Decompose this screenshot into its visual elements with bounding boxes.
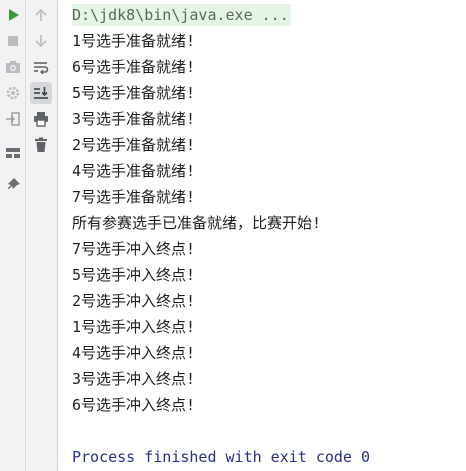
scroll-to-end-icon [34,87,48,99]
soft-wrap-icon [34,62,49,74]
layout-button[interactable] [2,142,24,164]
settings-icon [6,86,20,100]
stop-icon [8,36,18,46]
scroll-to-end-button[interactable] [30,82,52,104]
run-icon [9,9,19,21]
console-line: 3号选手冲入终点! [72,370,196,388]
previous-occurrence-button[interactable] [30,4,52,26]
pin-tab-button[interactable] [2,174,24,196]
console-line: 7号选手冲入终点! [72,240,196,258]
next-occurrence-button[interactable] [30,30,52,52]
console-line: 5号选手准备就绪! [72,84,196,102]
run-tool-window: D:\jdk8\bin\java.exe ... 1号选手准备就绪! 6号选手准… [0,0,466,471]
soft-wrap-button[interactable] [30,56,52,78]
console-line: 所有参赛选手已准备就绪，比赛开始! [72,214,322,232]
console-line: 5号选手冲入终点! [72,266,196,284]
settings-button[interactable] [2,82,24,104]
pin-icon [8,178,20,189]
layout-icon [6,148,20,158]
stop-button[interactable] [2,30,24,52]
camera-icon [6,61,20,73]
console-line: 4号选手冲入终点! [72,344,196,362]
exit-message: Process finished with exit code 0 [72,448,371,466]
console-line: 1号选手准备就绪! [72,32,196,50]
console-line: 3号选手准备就绪! [72,110,196,128]
clear-all-button[interactable] [30,134,52,156]
left-toolbar [0,0,26,471]
command-line: D:\jdk8\bin\java.exe ... [72,4,291,26]
print-button[interactable] [30,108,52,130]
trash-icon [35,137,47,152]
run-button[interactable] [2,4,24,26]
import-icon [6,112,20,126]
console-line: 6号选手冲入终点! [72,396,196,414]
console-line: 6号选手准备就绪! [72,58,196,76]
console-line: 2号选手冲入终点! [72,292,196,310]
console-line: 2号选手准备就绪! [72,136,196,154]
console-line: 4号选手准备就绪! [72,162,196,180]
dump-threads-button[interactable] [2,56,24,78]
console-toolbar [26,0,58,471]
arrow-down-icon [35,35,47,48]
console-line: 1号选手冲入终点! [72,318,196,336]
console-line: 7号选手准备就绪! [72,188,196,206]
console-output[interactable]: D:\jdk8\bin\java.exe ... 1号选手准备就绪! 6号选手准… [58,0,466,471]
print-icon [34,112,48,127]
arrow-up-icon [35,8,47,21]
restore-layout-button[interactable] [2,108,24,130]
